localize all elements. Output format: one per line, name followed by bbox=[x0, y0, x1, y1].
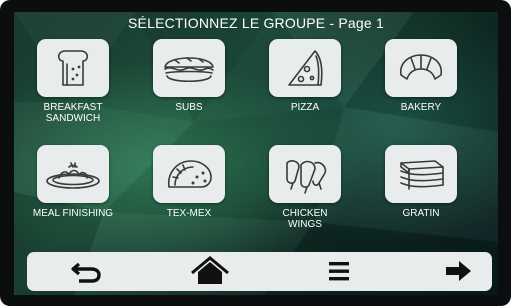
plated-meal-icon bbox=[46, 162, 100, 189]
home-icon bbox=[191, 256, 229, 284]
home-button[interactable] bbox=[180, 252, 240, 291]
group-label-pizza: PIZZA bbox=[290, 102, 320, 113]
back-button[interactable] bbox=[57, 252, 117, 291]
group-tile-bakery[interactable] bbox=[385, 39, 457, 97]
device-frame: SÉLECTIONNEZ LE GROUPE - Page 1 BREAKFAS… bbox=[0, 0, 511, 306]
back-arrow-icon bbox=[71, 262, 101, 283]
group-tile-tex-mex[interactable] bbox=[153, 145, 225, 203]
group-tile-gratin[interactable] bbox=[385, 145, 457, 203]
group-label-gratin: GRATIN bbox=[402, 208, 440, 219]
group-label-subs: SUBS bbox=[175, 102, 203, 113]
group-tile-pizza[interactable] bbox=[269, 39, 341, 97]
sandwich-bread-icon bbox=[57, 50, 89, 86]
croissant-icon bbox=[399, 54, 443, 80]
page-title: SÉLECTIONNEZ LE GROUPE - Page 1 bbox=[128, 15, 384, 31]
chicken-wings-icon bbox=[286, 160, 327, 194]
menu-button[interactable] bbox=[309, 252, 369, 291]
touch-screen: SÉLECTIONNEZ LE GROUPE - Page 1 BREAKFAS… bbox=[14, 12, 498, 295]
next-arrow-icon bbox=[446, 261, 471, 281]
pizza-slice-icon bbox=[288, 50, 323, 86]
group-label-meal-finishing: MEAL FINISHING bbox=[32, 208, 114, 219]
group-tile-subs[interactable] bbox=[153, 39, 225, 97]
sub-sandwich-icon bbox=[164, 57, 214, 83]
taco-icon bbox=[167, 160, 212, 188]
group-tile-breakfast-sandwich[interactable] bbox=[37, 39, 109, 97]
group-label-bakery: BAKERY bbox=[400, 102, 442, 113]
group-label-breakfast-sandwich: BREAKFAST SANDWICH bbox=[43, 102, 103, 124]
group-tile-chicken-wings[interactable] bbox=[269, 145, 341, 203]
menu-icon bbox=[329, 262, 349, 281]
group-label-tex-mex: TEX-MEX bbox=[166, 208, 212, 219]
next-button[interactable] bbox=[429, 252, 489, 291]
group-tile-meal-finishing[interactable] bbox=[37, 145, 109, 203]
group-label-chicken-wings: CHICKEN WINGS bbox=[282, 208, 328, 230]
lasagna-gratin-icon bbox=[400, 160, 444, 190]
bottom-nav-bar bbox=[27, 252, 492, 291]
